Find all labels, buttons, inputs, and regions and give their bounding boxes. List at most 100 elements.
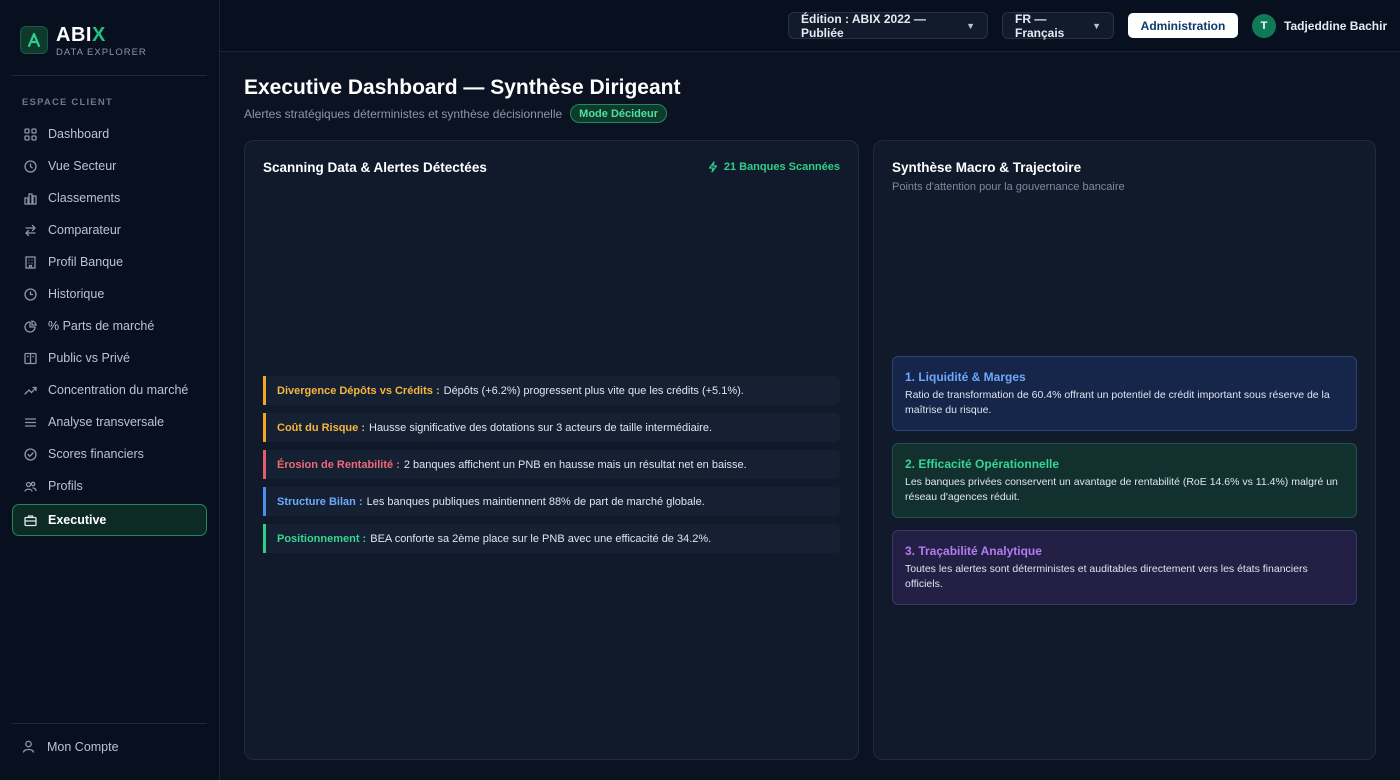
insight-title: 2. Efficacité Opérationnelle xyxy=(905,457,1060,471)
check-circle-icon xyxy=(23,447,37,461)
lightning-icon xyxy=(708,161,717,173)
sidebar-item-classements[interactable]: Classements xyxy=(12,182,207,214)
alert-item: Positionnement : BEA conforte sa 2ème pl… xyxy=(263,524,840,553)
sidebar-item-label: Scores financiers xyxy=(48,447,144,461)
sidebar-item-dashboard[interactable]: Dashboard xyxy=(12,118,207,150)
section-label: ESPACE CLIENT xyxy=(22,97,113,108)
synthese-title: Synthèse Macro & Trajectoire xyxy=(892,160,1082,175)
topbar: Édition : ABIX 2022 — Publiée ▼ FR — Fra… xyxy=(220,0,1400,52)
insight-title: 3. Traçabilité Analytique xyxy=(905,544,1042,558)
alert-item: Divergence Dépôts vs Crédits : Dépôts (+… xyxy=(263,376,840,405)
alert-text: 2 banques affichent un PNB en hausse mai… xyxy=(403,458,747,471)
page-subtitle: Alertes stratégiques déterministes et sy… xyxy=(244,106,563,121)
scanning-title: Scanning Data & Alertes Détectées xyxy=(263,160,487,175)
sidebar-nav: Dashboard Vue Secteur Classements Compar… xyxy=(12,118,207,536)
alert-item: Coût du Risque : Hausse significative de… xyxy=(263,413,840,442)
edition-select[interactable]: Édition : ABIX 2022 — Publiée ▼ xyxy=(788,11,988,40)
administration-button[interactable]: Administration xyxy=(1128,13,1238,38)
sidebar-item-vue-secteur[interactable]: Vue Secteur xyxy=(12,150,207,182)
sidebar-item-label: Classements xyxy=(48,191,121,205)
sidebar-item-label: Vue Secteur xyxy=(48,159,117,173)
brand-subtitle: DATA EXPLORER xyxy=(56,47,147,58)
sidebar-item-label: Analyse transversale xyxy=(48,415,165,429)
building-icon xyxy=(23,255,37,269)
alert-label: Érosion de Rentabilité : xyxy=(277,458,400,471)
alerts-list: Divergence Dépôts vs Crédits : Dépôts (+… xyxy=(263,376,840,561)
alert-label: Divergence Dépôts vs Crédits : xyxy=(277,384,440,397)
sidebar-item-label: Historique xyxy=(48,287,105,301)
alert-text: BEA conforte sa 2ème place sur le PNB av… xyxy=(370,532,712,545)
grid-icon xyxy=(23,127,37,141)
insight-title: 1. Liquidité & Marges xyxy=(905,370,1026,384)
logo-icon xyxy=(20,26,48,54)
divider xyxy=(12,723,207,724)
alert-label: Structure Bilan : xyxy=(277,495,363,508)
sidebar-item-analyse-transversale[interactable]: Analyse transversale xyxy=(12,406,207,438)
clock-icon xyxy=(23,159,37,173)
language-value: FR — Français xyxy=(1015,11,1065,40)
arrows-swap-icon xyxy=(23,223,37,237)
alert-text: Les banques publiques maintiennent 88% d… xyxy=(366,495,705,508)
avatar: T xyxy=(1252,14,1276,38)
user-icon xyxy=(22,740,36,754)
briefcase-icon xyxy=(23,513,37,527)
columns-icon xyxy=(23,351,37,365)
synthese-card: Synthèse Macro & Trajectoire Points d'at… xyxy=(873,140,1376,760)
sidebar-item-scores-financiers[interactable]: Scores financiers xyxy=(12,438,207,470)
account-label: Mon Compte xyxy=(47,740,119,754)
scanning-card: Scanning Data & Alertes Détectées 21 Ban… xyxy=(244,140,859,760)
insights-list: 1. Liquidité & Marges Ratio de transform… xyxy=(892,356,1357,617)
scan-count-badge: 21 Banques Scannées xyxy=(707,161,840,173)
edition-value: Édition : ABIX 2022 — Publiée xyxy=(801,11,926,40)
page-title: Executive Dashboard — Synthèse Dirigeant xyxy=(244,76,681,99)
chevron-down-icon: ▼ xyxy=(966,20,975,31)
sidebar: ABIX DATA EXPLORER ESPACE CLIENT Dashboa… xyxy=(0,0,220,780)
account-link[interactable]: Mon Compte xyxy=(22,740,119,754)
sidebar-item-label: Profils xyxy=(48,479,83,493)
user-menu[interactable]: T Tadjeddine Bachir xyxy=(1252,14,1387,38)
language-select[interactable]: FR — Français ▼ xyxy=(1002,11,1114,40)
history-icon xyxy=(23,287,37,301)
insight-card: 1. Liquidité & Marges Ratio de transform… xyxy=(892,356,1357,431)
sidebar-item-label: Concentration du marché xyxy=(48,383,189,397)
scan-count-label: 21 Banques Scannées xyxy=(723,161,840,173)
sidebar-item-label: Public vs Privé xyxy=(48,351,130,365)
alert-text: Dépôts (+6.2%) progressent plus vite que… xyxy=(443,384,744,397)
insight-card: 3. Traçabilité Analytique Toutes les ale… xyxy=(892,530,1357,605)
sidebar-item-label: Profil Banque xyxy=(48,255,124,269)
brand-name: ABIX xyxy=(56,24,106,46)
pie-chart-icon xyxy=(23,319,37,333)
brand[interactable]: ABIX DATA EXPLORER xyxy=(20,24,147,58)
alert-item: Érosion de Rentabilité : 2 banques affic… xyxy=(263,450,840,479)
sidebar-item-label: Comparateur xyxy=(48,223,121,237)
alert-label: Positionnement : xyxy=(277,532,367,545)
bar-chart-icon xyxy=(23,191,37,205)
divider xyxy=(12,75,207,76)
insight-text: Les banques privées conservent un avanta… xyxy=(905,476,1338,503)
insight-text: Toutes les alertes sont déterministes et… xyxy=(905,563,1308,590)
sidebar-item-historique[interactable]: Historique xyxy=(12,278,207,310)
sidebar-item-label: % Parts de marché xyxy=(48,319,155,333)
users-icon xyxy=(23,479,37,493)
alert-label: Coût du Risque : xyxy=(277,421,365,434)
trend-icon xyxy=(23,383,37,397)
sidebar-item-public-vs-prive[interactable]: Public vs Privé xyxy=(12,342,207,374)
sidebar-item-executive[interactable]: Executive xyxy=(12,504,207,536)
chevron-down-icon: ▼ xyxy=(1092,20,1101,31)
sidebar-item-parts-de-marche[interactable]: % Parts de marché xyxy=(12,310,207,342)
user-name: Tadjeddine Bachir xyxy=(1284,19,1388,33)
page-subtitle-row: Alertes stratégiques déterministes et sy… xyxy=(244,104,668,123)
sidebar-item-profil-banque[interactable]: Profil Banque xyxy=(12,246,207,278)
insight-card: 2. Efficacité Opérationnelle Les banques… xyxy=(892,443,1357,518)
sidebar-item-concentration-du-marche[interactable]: Concentration du marché xyxy=(12,374,207,406)
alert-text: Hausse significative des dotations sur 3… xyxy=(369,421,713,434)
sidebar-item-label: Dashboard xyxy=(48,127,110,141)
mode-badge: Mode Décideur xyxy=(570,104,668,123)
alert-item: Structure Bilan : Les banques publiques … xyxy=(263,487,840,516)
sidebar-item-label: Executive xyxy=(48,513,107,527)
insight-text: Ratio de transformation de 60.4% offrant… xyxy=(905,389,1330,416)
sidebar-item-profils[interactable]: Profils xyxy=(12,470,207,502)
sidebar-item-comparateur[interactable]: Comparateur xyxy=(12,214,207,246)
synthese-subtitle: Points d'attention pour la gouvernance b… xyxy=(892,181,1125,193)
list-icon xyxy=(23,415,37,429)
